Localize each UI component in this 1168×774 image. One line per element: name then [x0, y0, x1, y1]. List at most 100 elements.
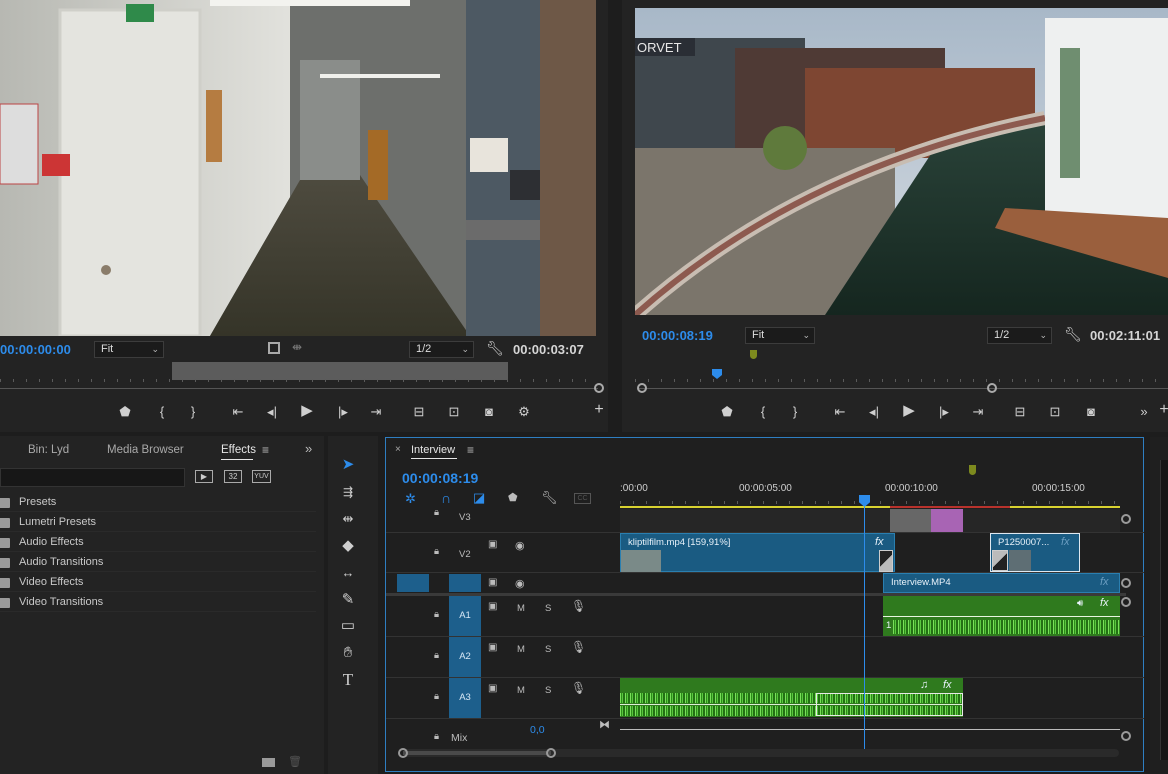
- mute-button[interactable]: M: [517, 603, 525, 614]
- mark-out-icon[interactable]: }: [785, 404, 805, 420]
- add-marker-icon[interactable]: ⬟: [508, 491, 518, 504]
- microphone-icon[interactable]: 🎙︎: [571, 681, 586, 695]
- program-resolution-dropdown[interactable]: 1/2 ⌄: [987, 327, 1052, 344]
- lock-icon[interactable]: 🔒︎: [434, 507, 439, 518]
- camera-icon[interactable]: ◙: [1081, 404, 1101, 420]
- mix-volume-value[interactable]: 0,0: [530, 724, 545, 736]
- program-marker[interactable]: [750, 350, 757, 359]
- extract-icon[interactable]: ⊡: [1045, 404, 1065, 420]
- tree-item-audio-effects[interactable]: Audio Effects: [0, 533, 316, 552]
- tree-item-presets[interactable]: Presets: [0, 493, 316, 512]
- go-to-edit-icon[interactable]: ⧓: [599, 718, 610, 731]
- add-button-icon[interactable]: +: [1154, 402, 1168, 418]
- nest-icon[interactable]: ✲: [405, 491, 416, 507]
- clip-music-a3[interactable]: ♫ fx: [620, 678, 963, 717]
- effects-search-input[interactable]: [0, 468, 185, 487]
- go-to-out-icon[interactable]: ⇥: [968, 404, 988, 420]
- vertical-scroll-mid-handle[interactable]: [1121, 578, 1131, 588]
- tree-item-lumetri-presets[interactable]: Lumetri Presets: [0, 513, 316, 532]
- timeline-playhead-line[interactable]: [864, 507, 865, 749]
- clip-interview-video[interactable]: Interview.MP4 fx: [883, 573, 1120, 593]
- source-fit-dropdown[interactable]: Fit ⌄: [94, 341, 164, 358]
- sync-lock-icon[interactable]: ▣: [488, 601, 497, 612]
- transition-icon[interactable]: [992, 550, 1008, 571]
- more-controls-icon[interactable]: »: [1134, 404, 1154, 420]
- add-marker-icon[interactable]: ⬟: [717, 404, 737, 420]
- vertical-scroll-top-handle[interactable]: [1121, 514, 1131, 524]
- fx-badge[interactable]: fx: [943, 679, 952, 691]
- step-back-icon[interactable]: ◂|: [262, 404, 282, 420]
- source-zoom-handle[interactable]: [594, 383, 604, 393]
- mark-in-icon[interactable]: {: [152, 404, 172, 420]
- sequence-menu-icon[interactable]: ≡: [467, 443, 474, 457]
- button-editor-icon[interactable]: ⚙: [514, 404, 534, 420]
- microphone-icon[interactable]: 🎙︎: [571, 599, 586, 613]
- wrench-icon[interactable]: 🔧︎: [1064, 326, 1082, 343]
- track-select-tool-icon[interactable]: ⇶: [337, 481, 359, 503]
- transition-icon[interactable]: [879, 550, 893, 572]
- go-to-in-icon[interactable]: ⇤: [830, 404, 850, 420]
- track-target-a1[interactable]: A1: [449, 596, 481, 636]
- tree-item-video-effects[interactable]: Video Effects: [0, 573, 316, 592]
- play-icon[interactable]: ▶: [899, 403, 919, 419]
- expand-panels-icon[interactable]: »: [305, 441, 312, 456]
- tab-media-browser[interactable]: Media Browser: [107, 444, 184, 456]
- track-target-v1[interactable]: [449, 574, 481, 592]
- horizontal-scroll-thumb[interactable]: [403, 751, 551, 755]
- go-to-in-icon[interactable]: ⇤: [228, 404, 248, 420]
- mute-button[interactable]: M: [517, 685, 525, 696]
- play-icon[interactable]: ▶: [297, 403, 317, 419]
- tree-item-video-transitions[interactable]: Video Transitions: [0, 593, 316, 612]
- source-timecode[interactable]: 00:00:00:00: [0, 342, 71, 357]
- trash-icon[interactable]: 🗑︎: [288, 755, 302, 768]
- 32-bit-effects-icon[interactable]: 32: [224, 470, 242, 483]
- track-target-a3[interactable]: A3: [449, 678, 481, 718]
- panel-menu-icon[interactable]: ≡: [262, 443, 269, 457]
- slip-tool-icon[interactable]: ↔: [337, 562, 359, 584]
- step-back-icon[interactable]: ◂|: [864, 404, 884, 420]
- camera-icon[interactable]: ◙: [479, 404, 499, 420]
- export-frame-icon[interactable]: [268, 342, 280, 354]
- add-button-icon[interactable]: +: [589, 402, 609, 418]
- overwrite-clip-icon[interactable]: ⊡: [444, 404, 464, 420]
- selected-region[interactable]: [816, 693, 963, 716]
- lock-icon[interactable]: 🔒︎: [434, 691, 439, 702]
- microphone-icon[interactable]: 🎙︎: [571, 640, 586, 654]
- linked-selection-icon[interactable]: ◪: [473, 490, 485, 506]
- clip-p1250007[interactable]: P1250007... fx: [990, 533, 1080, 572]
- mark-out-icon[interactable]: }: [183, 404, 203, 420]
- insert-clip-icon[interactable]: ⊟: [409, 404, 429, 420]
- fx-badge[interactable]: fx: [875, 536, 884, 548]
- graphic-clip-gray[interactable]: [890, 509, 931, 532]
- wrench-icon[interactable]: 🔧︎: [486, 340, 504, 357]
- ripple-edit-tool-icon[interactable]: ⇹: [337, 508, 359, 530]
- source-zoom-bar[interactable]: [0, 388, 598, 389]
- new-bin-icon[interactable]: [262, 758, 275, 767]
- lock-icon[interactable]: 🔒︎: [434, 650, 439, 661]
- lift-icon[interactable]: ⊟: [1010, 404, 1030, 420]
- program-zoom-bar[interactable]: [638, 388, 1168, 389]
- hand-tool-icon[interactable]: ✋︎: [337, 642, 359, 664]
- vertical-scroll-bottom-handle[interactable]: [1121, 731, 1131, 741]
- horizontal-scroll-right-handle[interactable]: [546, 748, 556, 758]
- fx-badge[interactable]: fx: [1061, 536, 1070, 548]
- yuv-effects-icon[interactable]: YUV: [252, 470, 271, 483]
- lock-icon[interactable]: 🔒︎: [434, 731, 439, 742]
- clip-interview-audio-a1[interactable]: 🔊︎ fx 1: [883, 596, 1120, 636]
- step-forward-icon[interactable]: |▸: [333, 404, 353, 420]
- lock-icon[interactable]: 🔒︎: [434, 546, 439, 557]
- step-forward-icon[interactable]: |▸: [934, 404, 954, 420]
- mark-in-icon[interactable]: {: [753, 404, 773, 420]
- program-zoom-handle-left[interactable]: [637, 383, 647, 393]
- speaker-icon[interactable]: 🔊︎: [1077, 598, 1083, 609]
- tab-bin-lyd[interactable]: Bin: Lyd: [28, 444, 69, 456]
- sync-lock-icon[interactable]: ▣: [488, 642, 497, 653]
- program-timecode[interactable]: 00:00:08:19: [642, 328, 713, 343]
- graphic-clip-purple[interactable]: [931, 509, 963, 532]
- horizontal-scroll-left-handle[interactable]: [398, 748, 408, 758]
- fx-badge[interactable]: fx: [1100, 597, 1109, 609]
- selection-tool-icon[interactable]: ➤: [337, 454, 359, 476]
- go-to-out-icon[interactable]: ⇥: [366, 404, 386, 420]
- track-target-a2[interactable]: A2: [449, 637, 481, 677]
- lock-icon[interactable]: 🔒︎: [434, 609, 439, 620]
